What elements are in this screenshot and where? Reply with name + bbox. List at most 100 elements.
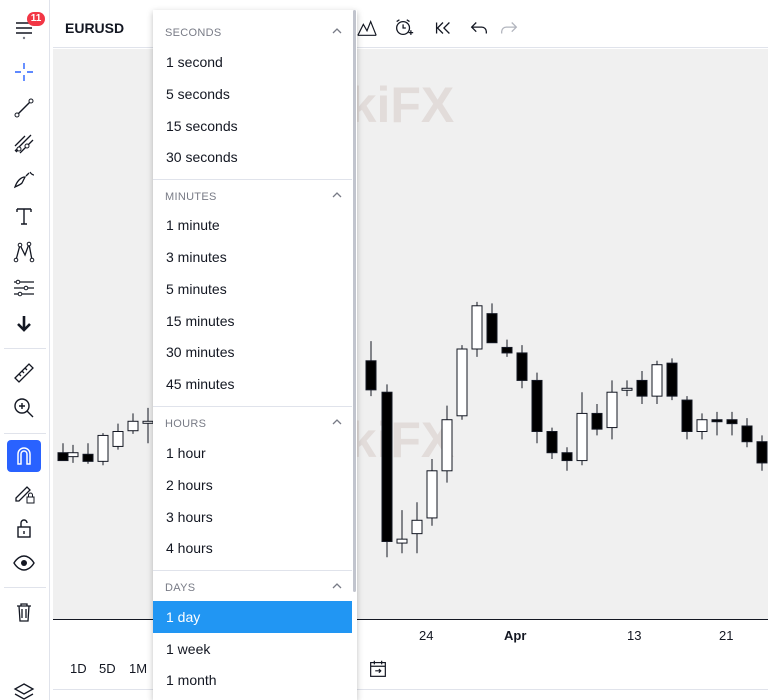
range-1d-button[interactable]: 1D (70, 661, 87, 676)
candle-down (666, 362, 678, 397)
candle-down (756, 441, 768, 464)
fib-icon[interactable] (7, 128, 41, 160)
interval-item[interactable]: 1 second (153, 46, 352, 78)
trend-line-icon[interactable] (7, 92, 41, 124)
interval-item[interactable]: 45 minutes (153, 368, 352, 400)
candle-up (411, 519, 423, 535)
left-toolbar: 11 (0, 0, 50, 700)
interval-item[interactable]: 5 seconds (153, 78, 352, 110)
section-header-seconds[interactable]: SECONDS (153, 18, 357, 46)
chevron-up-icon[interactable] (331, 25, 343, 37)
menu-scrollbar[interactable] (353, 10, 356, 592)
section-header-minutes[interactable]: MINUTES (153, 182, 357, 210)
alert-icon[interactable] (392, 16, 416, 40)
candle-down (546, 431, 558, 454)
replay-icon[interactable] (431, 16, 455, 40)
candle-up (426, 470, 438, 519)
candle-down (741, 425, 753, 443)
pattern-icon[interactable] (7, 236, 41, 268)
toolbar-divider (4, 433, 46, 434)
undo-icon[interactable] (467, 16, 491, 40)
candle-up (651, 364, 663, 397)
chevron-up-icon[interactable] (331, 189, 343, 201)
section-header-days[interactable]: DAYS (153, 573, 357, 601)
zoom-in-icon[interactable] (7, 392, 41, 424)
lock-icon[interactable] (7, 512, 41, 544)
section-header-hours[interactable]: HOURS (153, 409, 357, 437)
chevron-up-icon[interactable] (331, 416, 343, 428)
chevron-up-icon[interactable] (331, 580, 343, 592)
section-label: DAYS (165, 582, 196, 594)
candle-up (606, 391, 618, 429)
interval-item[interactable]: 4 hours (153, 532, 352, 564)
interval-item[interactable]: 30 seconds (153, 141, 352, 173)
candle-down (726, 419, 738, 425)
candle-down (591, 412, 603, 430)
lock-pencil-icon[interactable] (7, 477, 41, 509)
candle-up (67, 452, 79, 458)
range-1m-button[interactable]: 1M (129, 661, 147, 676)
menu-divider (153, 406, 352, 407)
symbol-search-button[interactable]: EURUSD (65, 20, 124, 36)
candle-down (561, 452, 573, 462)
toolbar-divider (4, 587, 46, 588)
text-icon[interactable] (7, 200, 41, 232)
interval-dropdown[interactable]: SECONDS 1 second 5 seconds 15 seconds 30… (153, 10, 357, 700)
eye-icon[interactable] (7, 547, 41, 579)
candle-down (486, 313, 498, 344)
candle-down (681, 399, 693, 433)
interval-item[interactable]: 1 minute (153, 209, 352, 241)
candle-down (501, 346, 513, 354)
candle-down (711, 419, 723, 423)
candle-down (57, 452, 69, 462)
candle-up (396, 538, 408, 544)
candle-down (381, 391, 393, 543)
crosshair-icon[interactable] (7, 56, 41, 88)
section-label: SECONDS (165, 27, 222, 39)
range-5d-button[interactable]: 5D (99, 661, 116, 676)
interval-item[interactable]: 1 month (153, 664, 352, 696)
interval-item[interactable]: 2 hours (153, 469, 352, 501)
interval-item[interactable]: 15 seconds (153, 110, 352, 142)
interval-item[interactable]: 1 week (153, 633, 352, 665)
trash-icon[interactable] (7, 596, 41, 628)
candle-up (456, 348, 468, 417)
interval-item-selected[interactable]: 1 day (153, 601, 352, 633)
prediction-icon[interactable] (7, 272, 41, 304)
interval-item[interactable]: 3 minutes (153, 241, 352, 273)
candle-up (576, 412, 588, 462)
candle-down (516, 352, 528, 381)
goto-date-icon[interactable] (366, 657, 390, 681)
section-label: HOURS (165, 418, 207, 430)
candle-up (696, 419, 708, 433)
candle-up (621, 387, 633, 391)
time-tick: 21 (719, 628, 734, 643)
layers-icon[interactable] (7, 676, 41, 700)
toolbar-divider (4, 348, 46, 349)
candle-up (142, 420, 154, 424)
candle-up (97, 434, 109, 462)
redo-icon[interactable] (497, 16, 521, 40)
interval-item[interactable]: 3 hours (153, 501, 352, 533)
interval-item[interactable]: 30 minutes (153, 336, 352, 368)
interval-item[interactable]: 5 minutes (153, 273, 352, 305)
section-label: MINUTES (165, 191, 217, 203)
candle-up (441, 419, 453, 472)
candle-up (127, 420, 139, 432)
candle-up (112, 431, 124, 447)
brush-icon[interactable] (7, 164, 41, 196)
indicators-icon[interactable] (355, 16, 379, 40)
interval-item[interactable]: 1 hour (153, 437, 352, 469)
time-tick: 13 (627, 628, 642, 643)
ruler-icon[interactable] (7, 357, 41, 389)
magnet-icon[interactable] (7, 440, 41, 472)
menu-divider (153, 179, 352, 180)
candle-down (82, 453, 94, 462)
menu-divider (153, 570, 352, 571)
interval-item[interactable]: 15 minutes (153, 305, 352, 337)
time-tick: 24 (419, 628, 434, 643)
candle-up (471, 305, 483, 350)
notification-badge: 11 (27, 12, 45, 26)
arrow-down-icon[interactable] (7, 308, 41, 340)
candle-down (365, 360, 377, 391)
